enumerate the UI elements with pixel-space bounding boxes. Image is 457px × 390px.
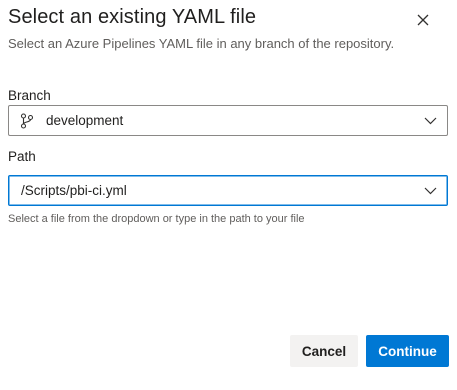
dialog-title: Select an existing YAML file [8, 6, 257, 28]
chevron-down-icon[interactable] [423, 115, 437, 127]
branch-dropdown[interactable]: development [8, 105, 448, 136]
branch-selected-value: development [46, 113, 124, 128]
chevron-down-icon[interactable] [423, 185, 437, 197]
branch-icon [19, 112, 35, 129]
path-combobox[interactable] [8, 175, 448, 206]
path-label: Path [8, 149, 36, 164]
path-input[interactable] [21, 177, 401, 204]
cancel-button[interactable]: Cancel [290, 335, 358, 367]
close-icon [417, 13, 429, 31]
path-helper-text: Select a file from the dropdown or type … [8, 213, 305, 225]
dialog-subtitle: Select an Azure Pipelines YAML file in a… [8, 36, 395, 51]
branch-label: Branch [8, 88, 51, 103]
close-button[interactable] [409, 8, 437, 36]
continue-button[interactable]: Continue [366, 335, 449, 367]
select-yaml-dialog: Select an existing YAML file Select an A… [0, 0, 457, 390]
